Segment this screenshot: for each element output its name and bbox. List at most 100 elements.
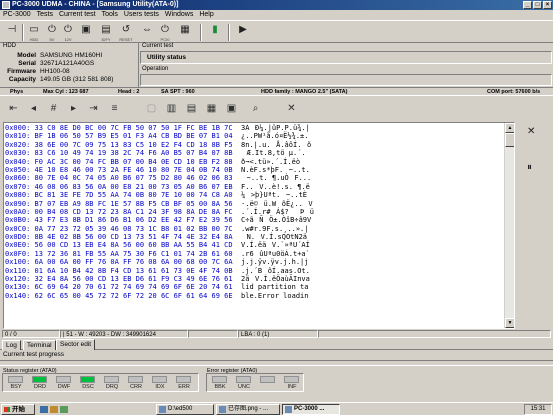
hex-ascii[interactable]: .w#r.9F.s.¸..».|	[241, 225, 308, 233]
hex-ascii[interactable]: 2äV.Í.ëÖaùÃInva	[241, 275, 310, 283]
monitor-button[interactable]: ▣	[79, 24, 93, 40]
hex-ascii[interactable]: .j.´BôÍ.aas.Ot.	[241, 267, 310, 275]
minimize-button[interactable]: _	[523, 1, 532, 9]
hex-editor[interactable]: 0x000: 33 C0 8E D0 BC 00 7C FB 50 07 50 …	[3, 122, 515, 329]
hex-bytes[interactable]: 0A 77 23 72 05 39 46 08 73 1C B8 01 02 B…	[35, 225, 233, 233]
menu-windows[interactable]: Windows	[165, 10, 193, 20]
scroll-up-icon[interactable]: ▲	[505, 123, 514, 133]
first-sector-button[interactable]: ⇤	[6, 101, 21, 116]
hardware-button[interactable]: ▦	[178, 24, 192, 40]
disk-button[interactable]: ▢	[144, 101, 159, 116]
run-button[interactable]: ▶	[236, 24, 250, 40]
power-5v-button[interactable]: ⏻ 5V	[45, 24, 59, 42]
hex-ascii[interactable]: ¼>þ}Uªt.~..tÈ	[241, 191, 311, 199]
hex-bytes[interactable]: BF 1B 06 50 57 B9 E5 01 F3 A4 CB BD BE 0…	[35, 132, 233, 140]
hex-line: 0x0C0: 0A 77 23 72 05 39 46 08 73 1C B8 …	[5, 225, 505, 233]
tab-log[interactable]: Log	[2, 340, 21, 350]
task-button-explorer[interactable]: D:\ed500	[156, 404, 214, 415]
scroll-down-icon[interactable]: ▼	[505, 318, 514, 328]
hex-ascii[interactable]: j.j.ÿv.ÿv.j.h.|j	[241, 258, 308, 266]
hex-bytes[interactable]: 56 00 CD 13 EB E4 8A 56 00 60 BB AA 55 B…	[35, 241, 233, 249]
hex-ascii[interactable]: ð¬<.tü».´.Í.ëò	[241, 158, 306, 166]
hex-bytes[interactable]: 83 C6 10 49 74 19 38 2C 74 F6 A0 B5 07 B…	[35, 149, 233, 157]
bookmark-button[interactable]: ≡	[107, 101, 122, 116]
hex-bytes[interactable]: 00 B4 08 CD 13 72 23 8A C1 24 3F 98 8A D…	[35, 208, 233, 216]
menu-current-test[interactable]: Current test	[59, 10, 96, 20]
menu-users-tests[interactable]: Users tests	[124, 10, 159, 20]
window-controls: _ □ ×	[523, 1, 552, 9]
hex-ascii[interactable]: ble.Error loadin	[241, 292, 308, 300]
hex-bytes[interactable]: 4E 10 E8 46 00 73 2A FE 46 10 80 7E 04 0…	[35, 166, 233, 174]
hex-bytes[interactable]: 38 6E 00 7C 09 75 13 83 C5 10 E2 F4 CD 1…	[35, 141, 233, 149]
hdd-button[interactable]: ▭ HDD	[27, 24, 41, 42]
browser-icon[interactable]	[60, 406, 68, 413]
hex-bytes[interactable]: 8B 4E 02 8B 56 00 CD 13 73 51 4F 74 4E 3…	[35, 233, 233, 241]
pause-button[interactable]: ⏸	[527, 162, 532, 173]
save-as-button[interactable]: ▦	[204, 101, 219, 116]
hex-bytes[interactable]: 80 7E 04 0C 74 05 A0 B6 07 75 D2 80 46 0…	[35, 174, 233, 182]
maximize-button[interactable]: □	[533, 1, 542, 9]
save-button[interactable]: ▤	[184, 101, 199, 116]
folder-icon[interactable]	[50, 406, 58, 413]
scroll-thumb[interactable]	[505, 133, 514, 147]
hex-bytes[interactable]: 62 6C 65 00 45 72 72 6F 72 20 6C 6F 61 6…	[35, 292, 233, 300]
register-led-label: BSY	[10, 384, 22, 390]
menu-tools[interactable]: Tools	[102, 10, 118, 20]
hex-bytes[interactable]: F0 AC 3C 00 74 FC BB 07 00 B4 0E CD 10 E…	[35, 158, 233, 166]
hex-ascii[interactable]: 3ÀÐ¼.|ûP.P.ü¾.|	[241, 124, 310, 132]
hex-line: 0x0B0: 43 F7 E3 8B D1 86 D6 B1 06 D2 EE …	[5, 216, 505, 224]
task-button-pc3000[interactable]: PC-3000 ...	[282, 404, 340, 415]
goto-sector-button[interactable]: #	[46, 101, 61, 116]
go-to-icon: #	[50, 103, 57, 114]
hex-bytes[interactable]: 6A 00 6A 00 FF 76 0A FF 76 08 6A 00 68 0…	[35, 258, 233, 266]
power-12v-button[interactable]: ⏻ 12V	[61, 24, 75, 42]
exit-button[interactable]: ▮	[208, 24, 222, 40]
hex-bytes[interactable]: 43 F7 E3 8B D1 86 D6 B1 06 D2 EE 42 F7 E…	[35, 216, 233, 224]
hex-ascii[interactable]: Æ.It.8,tö µ.´.	[241, 149, 311, 157]
hex-bytes[interactable]: 6C 69 64 20 70 61 72 74 69 74 69 6F 6E 2…	[35, 283, 233, 291]
plug-button[interactable]: ⊣	[5, 24, 19, 40]
tab-sector-edit[interactable]: Sector edit	[56, 339, 96, 350]
menu-pc3000[interactable]: PC-3000	[3, 10, 31, 20]
hex-bytes[interactable]: 32 E4 8A 56 00 CD 13 EB D6 61 F9 C3 49 6…	[35, 275, 233, 283]
resize-button[interactable]: ⇔	[140, 24, 154, 40]
close-button[interactable]: ×	[543, 1, 552, 9]
hex-ascii[interactable]: V.Í.ëäV.`»ªU´AÍ	[241, 241, 310, 249]
start-button[interactable]: 开始	[1, 404, 35, 415]
print-button[interactable]: ▣	[224, 101, 239, 116]
progress-bar	[0, 360, 553, 366]
hex-ascii[interactable]: F..V..è!.s. ¶.ë	[241, 183, 310, 191]
task-button-image[interactable]: 已存图.png - ...	[216, 404, 280, 415]
reset-button[interactable]: ↺ RESET	[119, 24, 133, 42]
hex-ascii[interactable]: .r6ûUªu0öÁ.t+a`	[241, 250, 310, 258]
hex-ascii[interactable]: lid partition ta	[241, 283, 308, 291]
prev-sector-button[interactable]: ◂	[26, 101, 41, 116]
hex-bytes[interactable]: 01 6A 10 B4 42 8B F4 CD 13 61 61 73 0E 4…	[35, 267, 233, 275]
tab-terminal[interactable]: Terminal	[23, 340, 56, 350]
hex-ascii[interactable]: ¿..PW¹å.ó¤Ë½¾.±.	[241, 132, 308, 140]
hex-ascii[interactable]: N.V.Í.sQOtN2ä	[241, 233, 313, 241]
next-sector-button[interactable]: ▸	[66, 101, 81, 116]
pci-button[interactable]: ⏻ PCI0	[158, 24, 172, 42]
last-sector-button[interactable]: ⇥	[86, 101, 101, 116]
menu-tests[interactable]: Tests	[37, 10, 53, 20]
hex-ascii[interactable]: C÷ãÑÖ±.ÒîB÷â9V	[241, 216, 311, 224]
hex-ascii[interactable]: 8n.|.u.Å.âôÍ.õ	[241, 141, 311, 149]
desktop-icon[interactable]	[40, 406, 48, 413]
open-button[interactable]: ▥	[164, 101, 179, 116]
hex-scrollbar[interactable]: ▲ ▼	[504, 123, 514, 328]
identify-button[interactable]: ▤ IDFY	[99, 24, 113, 42]
hex-ascii[interactable]: ~..t. ¶.uÒF...	[241, 174, 317, 182]
hex-bytes[interactable]: 33 C0 8E D0 BC 00 7C FB 50 07 50 1F FC B…	[35, 124, 233, 132]
tools-button[interactable]: ✕	[284, 101, 299, 116]
search-button[interactable]: ⌕	[248, 101, 263, 116]
hex-ascii[interactable]: ·.ë©ü.WõË¿..V	[241, 200, 313, 208]
menu-help[interactable]: Help	[199, 10, 213, 20]
hex-bytes[interactable]: 46 08 06 83 56 0A 00 E8 21 00 73 05 A0 B…	[35, 183, 233, 191]
hex-bytes[interactable]: BC 81 3E FE 7D 55 AA 74 0B 80 7E 10 00 7…	[35, 191, 233, 199]
hex-bytes[interactable]: 13 72 36 81 FB 55 AA 75 30 F6 C1 01 74 2…	[35, 250, 233, 258]
stop-button[interactable]: ✕	[527, 126, 535, 137]
hex-ascii[interactable]: N.èF.s*þF.~..t.	[241, 166, 310, 174]
hex-bytes[interactable]: B7 07 EB A9 8B FC 1E 57 8B F5 CB BF 05 0…	[35, 200, 233, 208]
hex-ascii[interactable]: .´.Í.r#Á$?Þü	[241, 208, 314, 216]
